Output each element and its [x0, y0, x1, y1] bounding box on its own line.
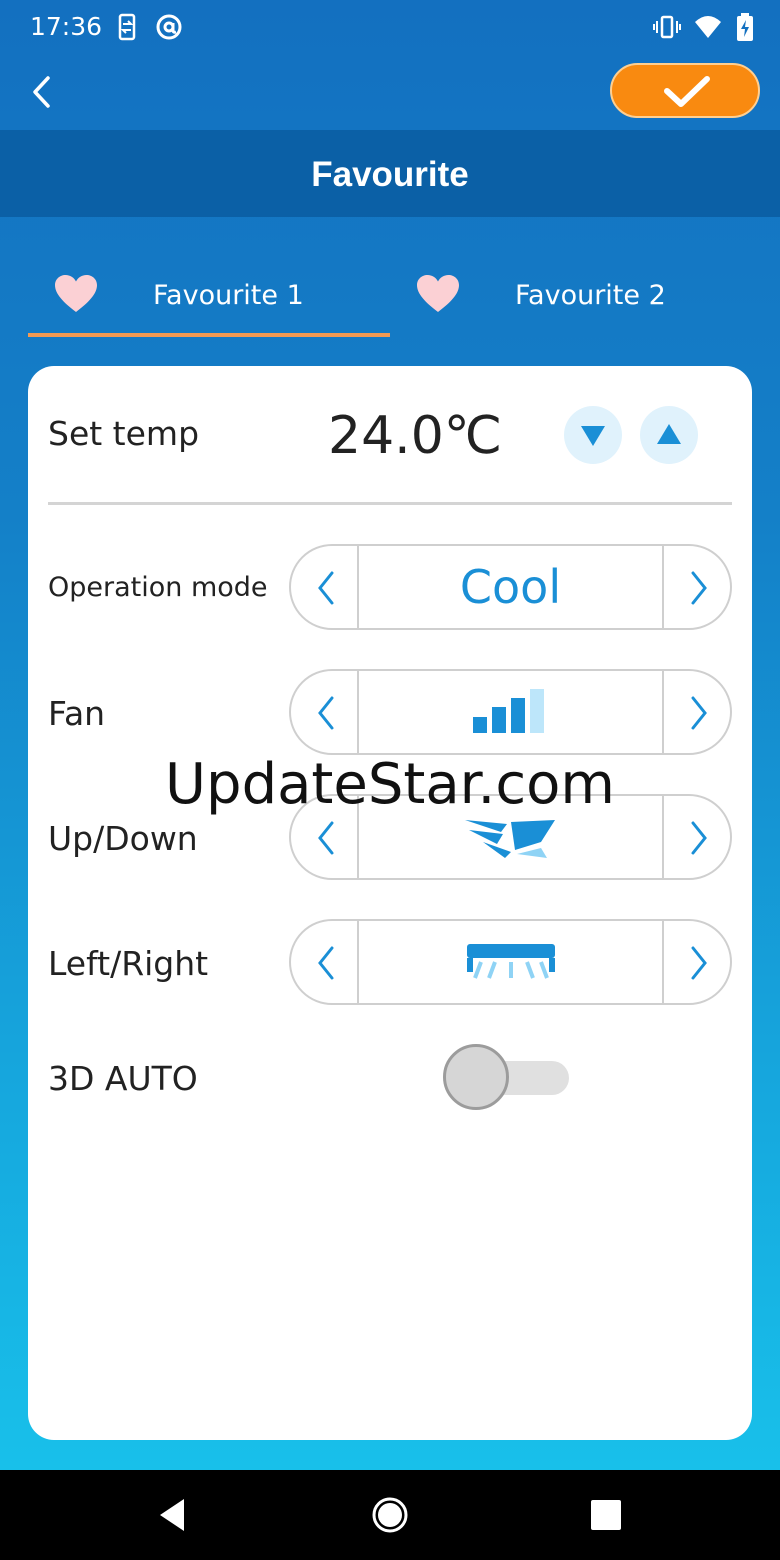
status-bar: 17:36 [0, 0, 780, 56]
back-button[interactable] [22, 68, 62, 116]
title-bar: Favourite [0, 130, 780, 217]
tab-favourite-1[interactable]: Favourite 1 [28, 268, 390, 338]
vibrate-icon [653, 15, 681, 39]
page-title: Favourite [311, 155, 469, 194]
set-temp-value: 24.0℃ [328, 406, 503, 466]
toggle-knob [443, 1044, 509, 1110]
chevron-right-icon [691, 571, 707, 605]
confirm-button[interactable] [610, 63, 760, 118]
at-sign-icon [156, 14, 182, 40]
left-right-next-button[interactable] [662, 921, 730, 1003]
horizontal-swing-icon [466, 944, 555, 979]
chevron-left-icon [318, 696, 334, 730]
status-time: 17:36 [30, 12, 103, 41]
fan-prev-button[interactable] [291, 671, 359, 753]
3d-auto-toggle[interactable] [443, 1044, 571, 1112]
recents-square-icon[interactable] [586, 1495, 626, 1535]
chevron-right-icon [691, 821, 707, 855]
chevron-left-icon [318, 821, 334, 855]
divider [48, 502, 732, 505]
fan-label: Fan [48, 694, 106, 733]
tab-favourite-2[interactable]: Favourite 2 [390, 268, 752, 338]
system-nav-bar [0, 1470, 780, 1560]
left-right-prev-button[interactable] [291, 921, 359, 1003]
fan-next-button[interactable] [662, 671, 730, 753]
fan-selector [289, 669, 732, 755]
vertical-swing-icon [464, 820, 555, 858]
watermark: UpdateStar.com [165, 752, 615, 817]
temp-down-button[interactable] [564, 406, 622, 464]
left-right-selector [289, 919, 732, 1005]
operation-mode-label: Operation mode [48, 572, 268, 603]
chevron-left-icon [318, 946, 334, 980]
chevron-left-icon [318, 571, 334, 605]
left-right-value [359, 921, 662, 1003]
chevron-right-icon [691, 946, 707, 980]
selected-tab-indicator [28, 333, 390, 337]
heart-icon [55, 275, 97, 312]
home-circle-icon[interactable] [370, 1495, 410, 1535]
temp-up-button[interactable] [640, 406, 698, 464]
set-temp-label: Set temp [48, 414, 200, 453]
battery-charging-icon [737, 13, 753, 41]
3d-auto-label: 3D AUTO [48, 1059, 198, 1098]
operation-mode-prev-button[interactable] [291, 546, 359, 628]
chevron-left-icon [33, 76, 50, 108]
up-down-label: Up/Down [48, 819, 198, 858]
triangle-down-icon [581, 426, 605, 446]
checkmark-icon [664, 76, 710, 107]
left-right-label: Left/Right [48, 944, 209, 983]
wifi-icon [695, 16, 721, 38]
settings-card: Set temp 24.0℃ Operation mode Cool Fan U… [28, 366, 752, 1440]
fan-speed-bars-icon [472, 689, 544, 733]
sync-phone-icon [118, 13, 136, 41]
tab-label: Favourite 1 [153, 280, 304, 311]
operation-mode-next-button[interactable] [662, 546, 730, 628]
heart-icon [417, 275, 459, 312]
triangle-up-icon [657, 424, 681, 444]
tab-label: Favourite 2 [515, 280, 666, 311]
fan-value [359, 671, 662, 753]
operation-mode-value: Cool [459, 560, 562, 614]
operation-mode-selector: Cool [289, 544, 732, 630]
back-triangle-icon[interactable] [152, 1495, 192, 1535]
app-screen: 17:36 Favourite Favourite 1 Favourite 2 … [0, 0, 780, 1470]
chevron-right-icon [691, 696, 707, 730]
